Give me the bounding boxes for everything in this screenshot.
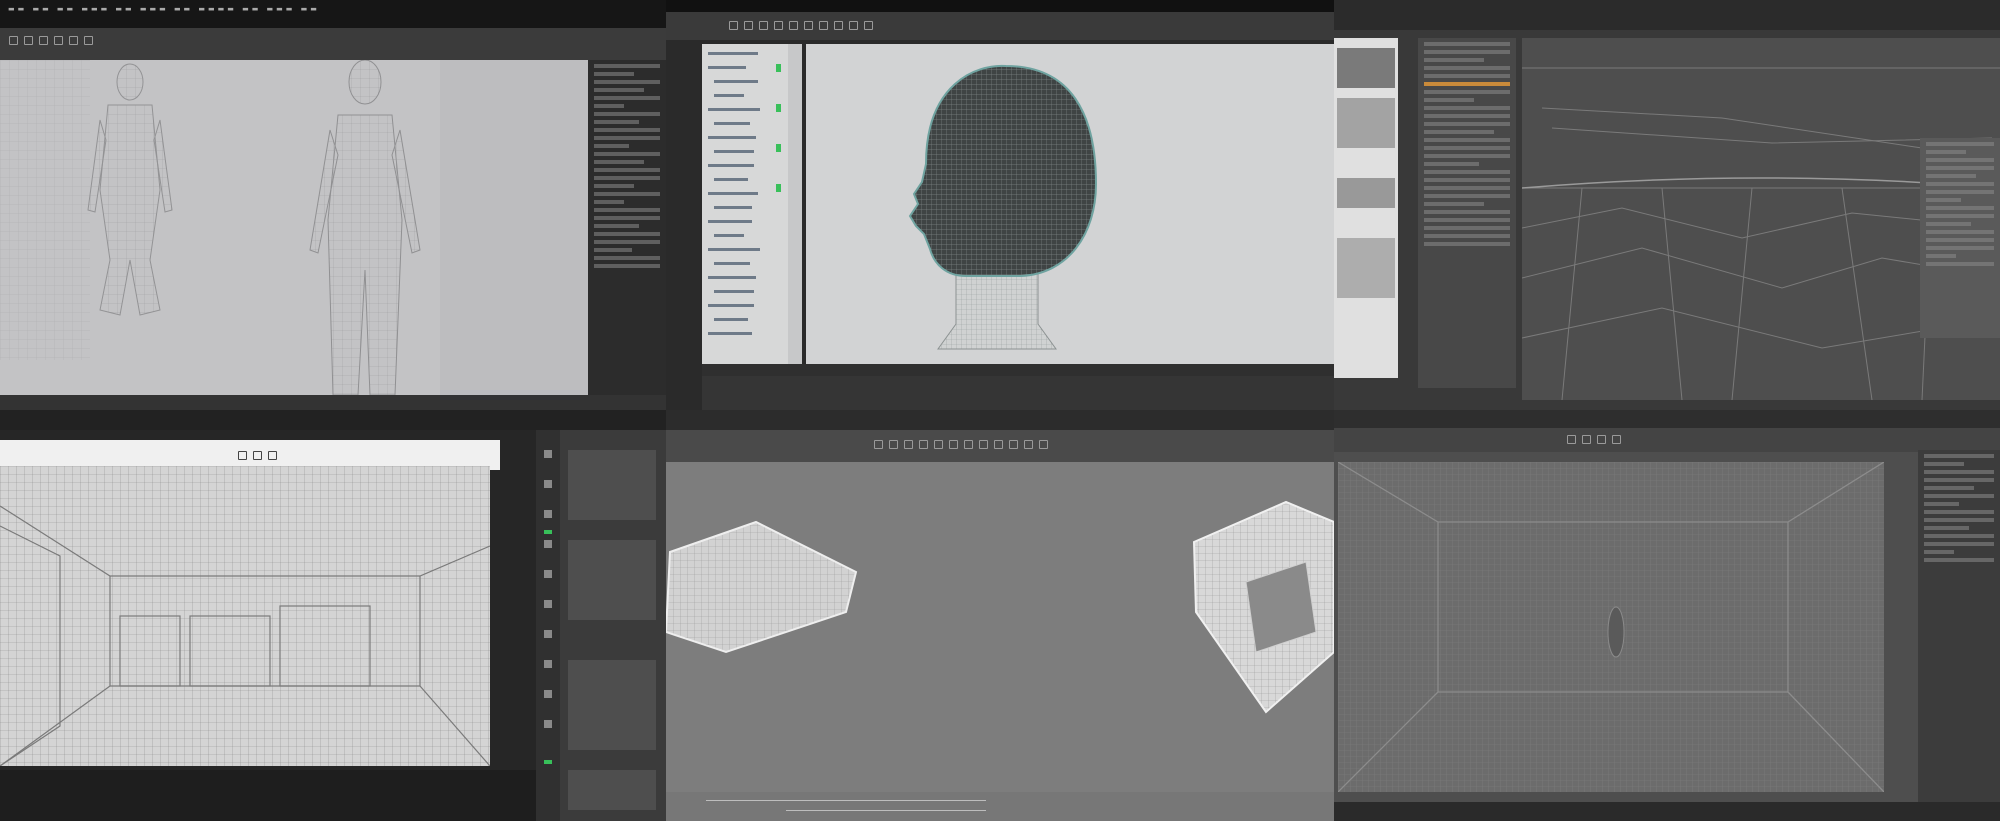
menu-bar[interactable]: ▬▬ ▬▬ ▬▬ ▬▬▬ ▬▬ ▬▬▬ ▬▬ ▬▬▬▬ ▬▬ ▬▬▬ ▬▬ — [0, 0, 666, 28]
cursor-icon[interactable] — [1024, 440, 1033, 449]
scale-icon[interactable] — [919, 440, 928, 449]
rotate-icon[interactable] — [994, 440, 1003, 449]
menu-bar[interactable] — [666, 410, 1334, 430]
menu-bar[interactable] — [0, 410, 666, 430]
viewport-room[interactable] — [0, 466, 490, 766]
toolbar[interactable] — [1334, 428, 2000, 452]
left-property-panel[interactable] — [1334, 38, 1398, 378]
move-icon[interactable] — [889, 440, 898, 449]
right-panel-list[interactable] — [1918, 450, 2000, 810]
objects-wireframe — [666, 500, 1334, 714]
interior-wireframe — [1338, 462, 1884, 792]
grid-icon[interactable] — [934, 440, 943, 449]
viewport-head[interactable] — [806, 44, 1334, 364]
viewport-interior[interactable] — [1338, 462, 1884, 792]
cursor-icon[interactable] — [9, 36, 18, 45]
camera-icon[interactable] — [1039, 440, 1048, 449]
property-stripes — [1337, 48, 1395, 298]
move-icon[interactable] — [24, 36, 33, 45]
figure-silhouette — [1607, 606, 1625, 658]
menu-bar[interactable] — [666, 0, 1334, 12]
viewport-objects[interactable] — [666, 462, 1334, 792]
property-blocks — [568, 450, 656, 810]
camera-icon[interactable] — [84, 36, 93, 45]
menu-bar[interactable] — [1334, 410, 2000, 428]
camera-icon[interactable] — [949, 440, 958, 449]
cursor-icon[interactable] — [834, 21, 843, 30]
panel-interior — [1334, 410, 2000, 821]
scale-icon[interactable] — [54, 36, 63, 45]
camera-icon[interactable] — [804, 21, 813, 30]
box-object — [1192, 500, 1334, 714]
tool-icons — [544, 450, 552, 764]
right-panel-list[interactable] — [588, 60, 666, 395]
menu-items[interactable]: ▬▬ ▬▬ ▬▬ ▬▬▬ ▬▬ ▬▬▬ ▬▬ ▬▬▬▬ ▬▬ ▬▬▬ ▬▬ — [8, 5, 320, 13]
rotate-icon[interactable] — [268, 451, 277, 460]
grid-icon[interactable] — [789, 21, 798, 30]
timeline-bar[interactable] — [702, 364, 1334, 376]
outliner-panel[interactable] — [702, 44, 802, 366]
grid-icon[interactable] — [1612, 435, 1621, 444]
toolbar[interactable] — [666, 12, 1334, 40]
toolbar[interactable] — [666, 430, 1334, 462]
cursor-icon[interactable] — [874, 440, 883, 449]
move-icon[interactable] — [849, 21, 858, 30]
head-wireframe — [908, 64, 1098, 350]
side-toolbar[interactable] — [536, 430, 560, 821]
cushion-object — [666, 520, 858, 654]
menu-bar[interactable] — [1334, 0, 2000, 30]
status-bar — [0, 770, 540, 821]
cursor-icon[interactable] — [729, 21, 738, 30]
panel-head — [666, 0, 1334, 410]
rotate-icon[interactable] — [759, 21, 768, 30]
scale-icon[interactable] — [1597, 435, 1606, 444]
room-wireframe — [0, 466, 490, 766]
panel-terrain — [1334, 0, 2000, 410]
panel-objects — [666, 410, 1334, 821]
property-panel[interactable] — [560, 430, 666, 821]
move-icon[interactable] — [253, 451, 262, 460]
figures-wireframe — [0, 60, 588, 395]
viewport-figures[interactable] — [0, 60, 588, 395]
panel-room — [0, 410, 666, 821]
move-icon[interactable] — [979, 440, 988, 449]
outliner-rows — [708, 44, 802, 366]
grid-icon[interactable] — [69, 36, 78, 45]
panel-figures: ▬▬ ▬▬ ▬▬ ▬▬▬ ▬▬ ▬▬▬ ▬▬ ▬▬▬▬ ▬▬ ▬▬▬ ▬▬ — [0, 0, 666, 410]
right-panel-list[interactable] — [1920, 138, 2000, 338]
rotate-icon[interactable] — [864, 21, 873, 30]
scale-icon[interactable] — [774, 21, 783, 30]
rotate-icon[interactable] — [904, 440, 913, 449]
timeline-bar[interactable] — [666, 792, 1334, 821]
status-bar — [1334, 802, 2000, 821]
move-icon[interactable] — [1567, 435, 1576, 444]
head — [908, 64, 1098, 277]
move-icon[interactable] — [744, 21, 753, 30]
status-bar — [702, 376, 1334, 410]
center-property-panel[interactable] — [1418, 38, 1516, 388]
rotate-icon[interactable] — [1582, 435, 1591, 444]
scale-icon[interactable] — [1009, 440, 1018, 449]
grid-icon[interactable] — [819, 21, 828, 30]
camera-icon[interactable] — [238, 451, 247, 460]
grid-icon[interactable] — [964, 440, 973, 449]
rotate-icon[interactable] — [39, 36, 48, 45]
toolbar[interactable] — [0, 28, 666, 60]
